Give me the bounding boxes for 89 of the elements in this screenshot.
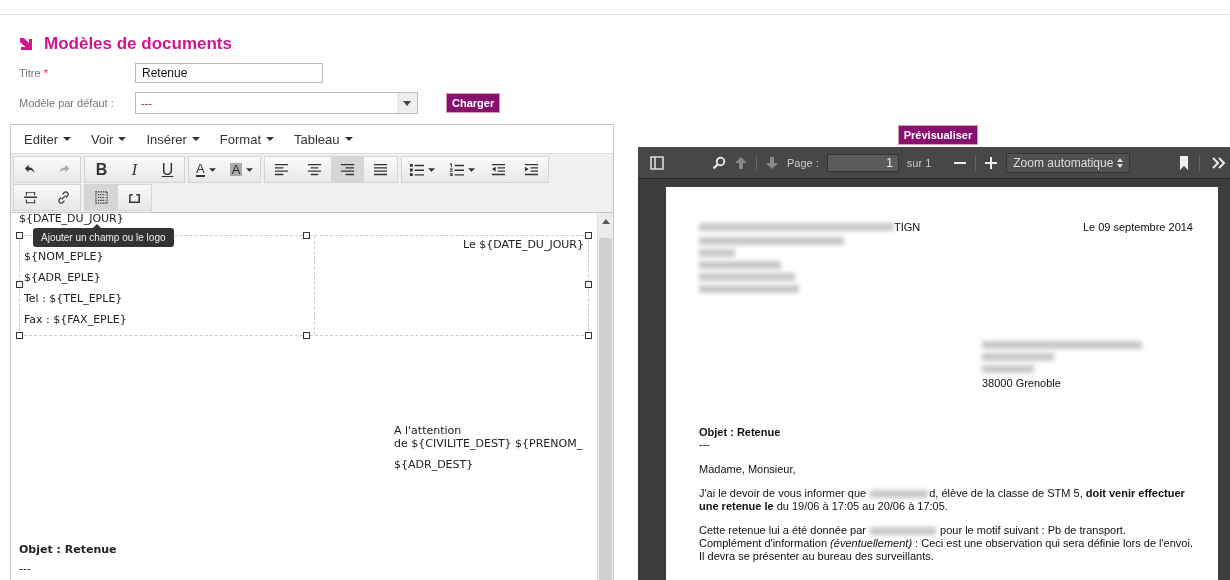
down-arrow-icon[interactable] [765,155,779,170]
sender-field: Fax : ${FAX_EPLE} [24,313,310,326]
caret-icon [246,167,254,172]
field-button[interactable] [85,185,118,210]
separator-text: --- [699,438,711,451]
redacted-text [870,490,929,499]
letter-paragraph: J'ai le devoir de vous informer que d, élève de la classe de STM 5, doit venir effectuer une retenue le du 19/06 à 17:05 au 20/06 à 17:05. [699,487,1186,513]
sender-field: ${ADR_EPLE} [24,271,310,284]
caret-icon [62,137,71,141]
backcolor-button[interactable]: A [222,157,261,182]
field-label: Titre * [19,67,49,79]
letter-paragraph: Cette retenue lui a été donnée par pour le motif suivant : Pb de transport. [699,524,1127,537]
redacted-text [699,249,735,257]
recipient-text: de ${CIVILITE_DEST} ${PRENOM_ [394,437,583,450]
scroll-up-icon[interactable] [601,219,610,224]
resize-handle[interactable] [16,332,23,339]
underline-button[interactable]: U [151,157,184,182]
page-total: sur 1 [906,156,932,169]
page-title: Modèles de documents [44,34,232,54]
resize-handle[interactable] [303,232,310,239]
link-icon [56,190,71,205]
subject-text: Objet : Retenue [19,543,118,556]
letter-greeting: Madame, Monsieur, [699,463,797,476]
alignleft-icon [274,162,290,177]
recipient-address: ${ADR_DEST} [394,458,474,471]
sender-field: Tel : ${TEL_EPLE} [24,292,310,305]
letter-subject: Objet : Retenue [699,426,782,438]
sender-text: TIGN [894,221,921,233]
resize-handle[interactable] [585,332,592,339]
caret-icon [266,137,274,141]
bookmark-icon[interactable] [1177,155,1191,170]
hr-icon [23,190,38,205]
resize-handle[interactable] [16,281,23,288]
menu-item[interactable]: Editer [16,129,79,149]
alignright-button[interactable] [331,157,365,182]
model-select[interactable]: --- [135,92,418,114]
zoom-select[interactable]: Zoom automatique [1006,152,1131,173]
resize-handle[interactable] [16,232,23,239]
menu-item[interactable]: Insérer [138,129,208,149]
sender-field: ${NOM_EPLE} [24,250,310,263]
title-input[interactable]: Retenue [135,63,323,83]
zoom-in-icon[interactable] [984,155,999,170]
caret-icon [1117,157,1124,168]
aligncenter-icon [307,162,323,177]
recipient-text: A l'attention [394,424,462,437]
caret-icon [468,167,476,172]
load-button[interactable]: Charger [446,93,501,113]
redacted-text [870,527,936,536]
arrow-icon [18,36,34,52]
page-number-input[interactable]: 1 [826,153,899,172]
up-arrow-icon[interactable] [734,155,748,170]
recipient-city: 38000 Grenoble [982,377,1061,390]
resize-handle[interactable] [585,232,592,239]
menu-item[interactable]: Tableau [286,129,361,149]
forecolor-button[interactable]: A [189,157,223,182]
scrollbar[interactable] [597,213,613,580]
bullist-icon [409,162,425,177]
caret-icon [118,137,127,141]
menu-item[interactable]: Voir [82,129,135,149]
preview-button[interactable]: Prévisualiser [897,125,979,145]
caret-icon [428,167,436,172]
alignright-icon [340,162,356,177]
numlist-icon [449,162,465,177]
resize-handle[interactable] [303,332,310,339]
outdent-icon [491,162,507,177]
more-tools-icon[interactable] [1212,155,1226,170]
resize-handle[interactable] [585,281,592,288]
justify-icon [373,162,389,177]
letter-text: Il devra se présenter au bureau des surveillants. [699,550,935,563]
menu-item[interactable]: Format [211,129,282,149]
separator-text: --- [19,562,32,575]
search-icon[interactable] [712,155,726,170]
bold-button[interactable]: B [85,157,118,182]
field-icon [94,190,109,205]
letter-text: Complément d'information (éventuellement) : Ceci est une observation qui sera définie lors de l'envoi. [699,537,1193,550]
caret-icon [191,137,200,141]
caret-icon [208,167,216,172]
field-placeholder-text: ${DATE_DU_JOUR} [19,213,125,227]
caret-icon [403,100,411,106]
field-label: Modèle par défaut : [19,97,115,109]
redacted-text [982,365,1034,373]
italic-button[interactable]: I [118,157,151,182]
caret-icon [344,137,353,141]
page-label: Page : [787,156,819,169]
redacted-text [982,353,1054,361]
date-field: Le ${DATE_DU_JOUR} [343,238,584,251]
indent-icon [524,162,540,177]
sidebar-toggle-icon[interactable] [650,155,664,170]
letter-date: Le 09 septembre 2014 [1082,221,1193,235]
